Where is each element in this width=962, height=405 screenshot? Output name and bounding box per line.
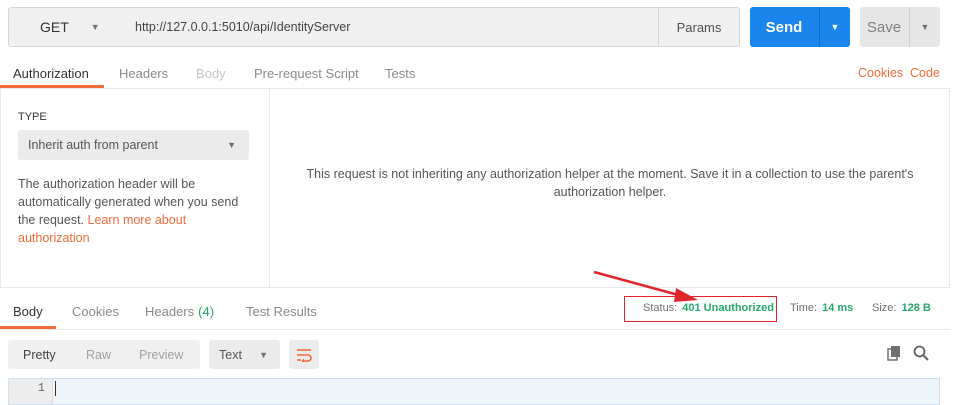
- auth-description: The authorization header will be automat…: [18, 175, 258, 247]
- response-tab-body[interactable]: Body: [13, 296, 43, 326]
- tab-label: Headers: [145, 303, 195, 319]
- tab-body[interactable]: Body: [196, 58, 226, 88]
- auth-message: This request is not inheriting any autho…: [306, 167, 914, 199]
- auth-type-select[interactable]: Inherit auth from parent ▼: [18, 130, 249, 160]
- chevron-down-icon: ▼: [90, 22, 100, 32]
- divider: [0, 329, 950, 330]
- tab-label: Pre-request Script: [254, 65, 359, 81]
- text-cursor: [55, 381, 56, 396]
- headers-count: (4): [198, 303, 215, 319]
- cookies-link[interactable]: Cookies: [858, 58, 903, 88]
- params-label: Params: [676, 19, 722, 35]
- tab-label: Body: [196, 65, 226, 81]
- save-button[interactable]: Save ▼: [860, 7, 940, 47]
- tab-label: Test Results: [246, 303, 317, 319]
- response-size: Size: 128 B: [872, 300, 931, 316]
- send-dropdown-icon[interactable]: ▼: [820, 7, 850, 47]
- format-pretty-button[interactable]: Pretty: [23, 340, 56, 369]
- response-tab-cookies[interactable]: Cookies: [72, 296, 119, 326]
- tab-label: Body: [13, 303, 43, 319]
- chevron-down-icon: ▼: [259, 350, 268, 360]
- response-tab-test-results[interactable]: Test Results: [246, 296, 317, 326]
- auth-type-value: Inherit auth from parent: [28, 138, 158, 152]
- params-button[interactable]: Params: [658, 7, 740, 47]
- response-tab-headers[interactable]: Headers (4): [145, 296, 214, 326]
- wrap-lines-icon: [297, 348, 312, 362]
- tab-label: Tests: [385, 65, 416, 81]
- wrap-lines-button[interactable]: [289, 340, 319, 369]
- tab-label: Headers: [119, 65, 169, 81]
- url-input[interactable]: http://127.0.0.1:5010/api/IdentityServer: [125, 7, 659, 47]
- save-label: Save: [866, 18, 902, 36]
- send-label: Send: [765, 18, 803, 36]
- tab-authorization[interactable]: Authorization: [13, 58, 89, 88]
- tab-label: Authorization: [13, 65, 89, 81]
- size-label: Size:: [872, 302, 897, 314]
- send-button[interactable]: Send ▼: [750, 7, 850, 47]
- copy-icon[interactable]: [886, 345, 902, 361]
- response-time: Time: 14 ms: [790, 300, 853, 316]
- size-value: 128 B: [901, 302, 931, 314]
- response-type-select[interactable]: Text ▼: [209, 340, 280, 369]
- format-preview-button[interactable]: Preview: [139, 340, 183, 369]
- divider: [0, 287, 950, 288]
- tab-label: Cookies: [72, 303, 119, 319]
- time-value: 14 ms: [822, 302, 854, 314]
- line-number: 1: [37, 381, 45, 395]
- response-body-editor[interactable]: 1: [8, 378, 940, 405]
- divider: [949, 89, 950, 287]
- save-dropdown-icon[interactable]: ▼: [910, 7, 940, 47]
- code-link[interactable]: Code: [910, 58, 940, 88]
- method-select[interactable]: GET ▼: [8, 7, 126, 47]
- chevron-down-icon: ▼: [227, 140, 236, 150]
- response-type-value: Text: [219, 347, 242, 362]
- tab-pre-request-script[interactable]: Pre-request Script: [254, 58, 359, 88]
- tab-tests[interactable]: Tests: [385, 58, 415, 88]
- url-value: http://127.0.0.1:5010/api/IdentityServer: [135, 20, 351, 34]
- auth-type-label: TYPE: [18, 111, 47, 123]
- method-label: GET: [40, 19, 69, 35]
- search-icon[interactable]: [913, 345, 929, 361]
- format-toggle-group: Pretty Raw Preview: [8, 340, 200, 369]
- annotation-arrow-icon: [593, 270, 698, 302]
- time-label: Time:: [790, 302, 818, 314]
- tab-headers[interactable]: Headers: [119, 58, 168, 88]
- format-raw-button[interactable]: Raw: [86, 340, 111, 369]
- line-number-gutter: 1: [9, 379, 53, 404]
